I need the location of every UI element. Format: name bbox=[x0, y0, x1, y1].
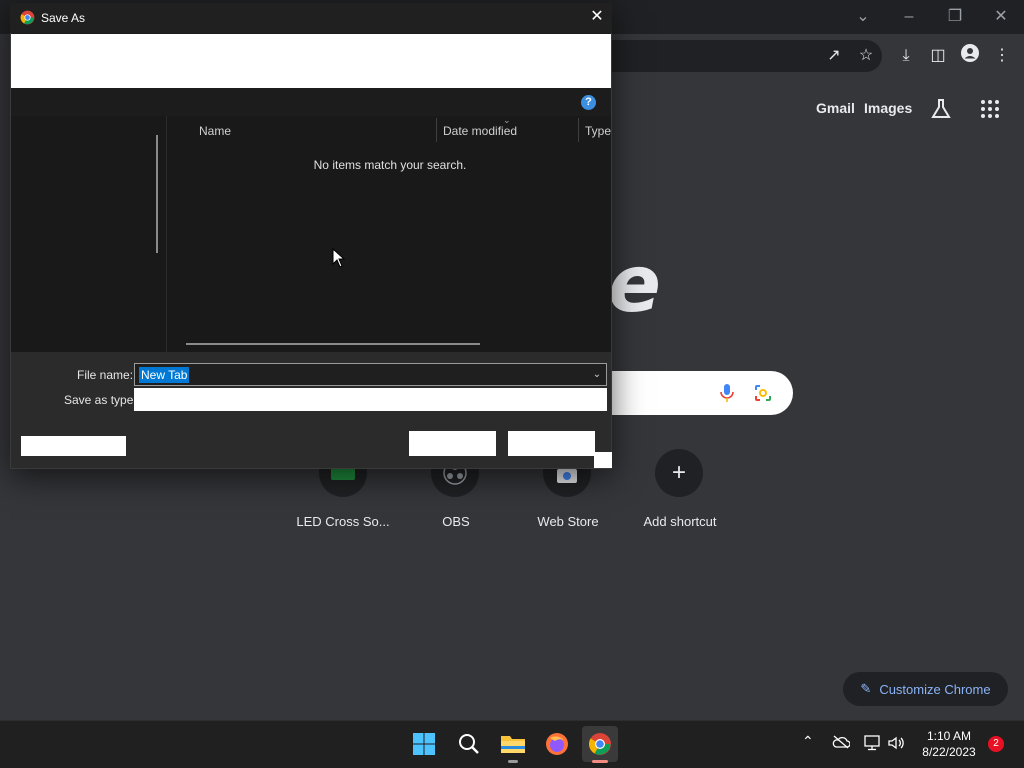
pencil-icon: ✎ bbox=[860, 681, 872, 696]
customize-label: Customize Chrome bbox=[879, 681, 991, 697]
images-link[interactable]: Images bbox=[864, 100, 912, 116]
file-explorer-button[interactable] bbox=[495, 726, 531, 762]
horizontal-scrollbar[interactable] bbox=[186, 343, 480, 345]
customize-chrome-button[interactable]: ✎ Customize Chrome bbox=[843, 672, 1008, 706]
bookmark-star-icon[interactable]: ☆ bbox=[852, 44, 880, 68]
shortcut-label: Web Store bbox=[537, 514, 599, 529]
chrome-taskbar-button[interactable] bbox=[582, 726, 618, 762]
save-as-type-select[interactable] bbox=[134, 388, 607, 411]
help-icon[interactable]: ? bbox=[581, 95, 596, 110]
apps-grid-icon[interactable] bbox=[980, 99, 1000, 124]
column-separator[interactable] bbox=[578, 118, 579, 142]
tab-search-icon[interactable]: ⌄ bbox=[840, 4, 886, 30]
close-window-button[interactable]: ✕ bbox=[978, 4, 1024, 30]
file-name-input[interactable] bbox=[134, 363, 607, 386]
volume-icon[interactable] bbox=[887, 735, 905, 756]
show-hidden-icons-chevron[interactable]: ⌃ bbox=[802, 733, 814, 750]
file-name-value[interactable]: New Tab bbox=[139, 367, 190, 383]
file-list[interactable] bbox=[167, 116, 611, 352]
navigation-pane[interactable] bbox=[11, 116, 166, 352]
save-as-type-label: Save as type: bbox=[64, 393, 137, 407]
chevron-down-icon[interactable]: ⌄ bbox=[590, 367, 604, 383]
voice-search-icon[interactable] bbox=[719, 383, 735, 408]
plus-icon: + bbox=[671, 459, 686, 486]
shortcut-label: Add shortcut bbox=[643, 514, 717, 529]
dialog-close-button[interactable]: ✕ bbox=[586, 6, 608, 28]
chrome-icon bbox=[20, 10, 35, 30]
firefox-icon bbox=[546, 733, 568, 755]
empty-search-message: No items match your search. bbox=[313, 158, 467, 172]
column-header-type[interactable]: Type bbox=[585, 124, 611, 138]
download-icon[interactable]: ⤓ bbox=[892, 44, 920, 68]
dialog-command-bar bbox=[11, 88, 611, 116]
running-indicator bbox=[508, 760, 518, 763]
menu-kebab-icon[interactable]: ⋮ bbox=[988, 44, 1016, 68]
dialog-title: Save As bbox=[41, 11, 86, 25]
notification-badge[interactable]: 2 bbox=[988, 736, 1004, 752]
column-separator[interactable] bbox=[436, 118, 437, 142]
column-header-date-modified[interactable]: Date modified bbox=[443, 124, 517, 138]
cancel-button[interactable] bbox=[508, 431, 595, 456]
profile-icon[interactable] bbox=[956, 44, 984, 68]
google-logo-fragment: e bbox=[608, 240, 661, 330]
dialog-address-bar[interactable] bbox=[11, 34, 611, 88]
start-button[interactable] bbox=[406, 726, 442, 762]
navigation-scrollbar[interactable] bbox=[156, 135, 158, 253]
resize-grip[interactable] bbox=[594, 452, 612, 468]
labs-flask-icon[interactable] bbox=[930, 98, 952, 125]
network-icon[interactable] bbox=[864, 735, 882, 756]
chrome-icon bbox=[589, 733, 611, 755]
file-name-label: File name: bbox=[77, 368, 134, 382]
add-shortcut-button[interactable]: + bbox=[655, 449, 703, 497]
system-clock[interactable]: 1:10 AM 8/22/2023 bbox=[912, 728, 986, 760]
column-header-name[interactable]: Name bbox=[199, 124, 231, 138]
clock-time: 1:10 AM bbox=[926, 729, 972, 743]
shortcut-label: OBS bbox=[442, 514, 470, 529]
shortcut-label: LED Cross So... bbox=[296, 514, 390, 529]
dialog-title-bar[interactable] bbox=[10, 3, 612, 33]
firefox-button[interactable] bbox=[539, 726, 575, 762]
active-indicator bbox=[592, 760, 608, 763]
side-panel-icon[interactable]: ◫ bbox=[924, 44, 952, 68]
taskbar-search-button[interactable] bbox=[451, 726, 487, 762]
windows-logo-icon bbox=[413, 733, 435, 755]
onedrive-offline-icon[interactable] bbox=[832, 735, 851, 754]
lens-search-icon[interactable] bbox=[754, 384, 772, 407]
share-icon[interactable]: ↗ bbox=[820, 44, 848, 68]
hide-folders-button[interactable] bbox=[21, 436, 126, 456]
search-icon bbox=[459, 734, 479, 754]
gmail-link[interactable]: Gmail bbox=[816, 100, 855, 116]
clock-date: 8/22/2023 bbox=[922, 745, 976, 759]
mouse-cursor-icon bbox=[332, 247, 346, 273]
folder-icon bbox=[501, 736, 525, 753]
minimize-button[interactable]: – bbox=[886, 4, 932, 30]
save-button[interactable] bbox=[409, 431, 496, 456]
restore-button[interactable]: ❐ bbox=[932, 4, 978, 30]
